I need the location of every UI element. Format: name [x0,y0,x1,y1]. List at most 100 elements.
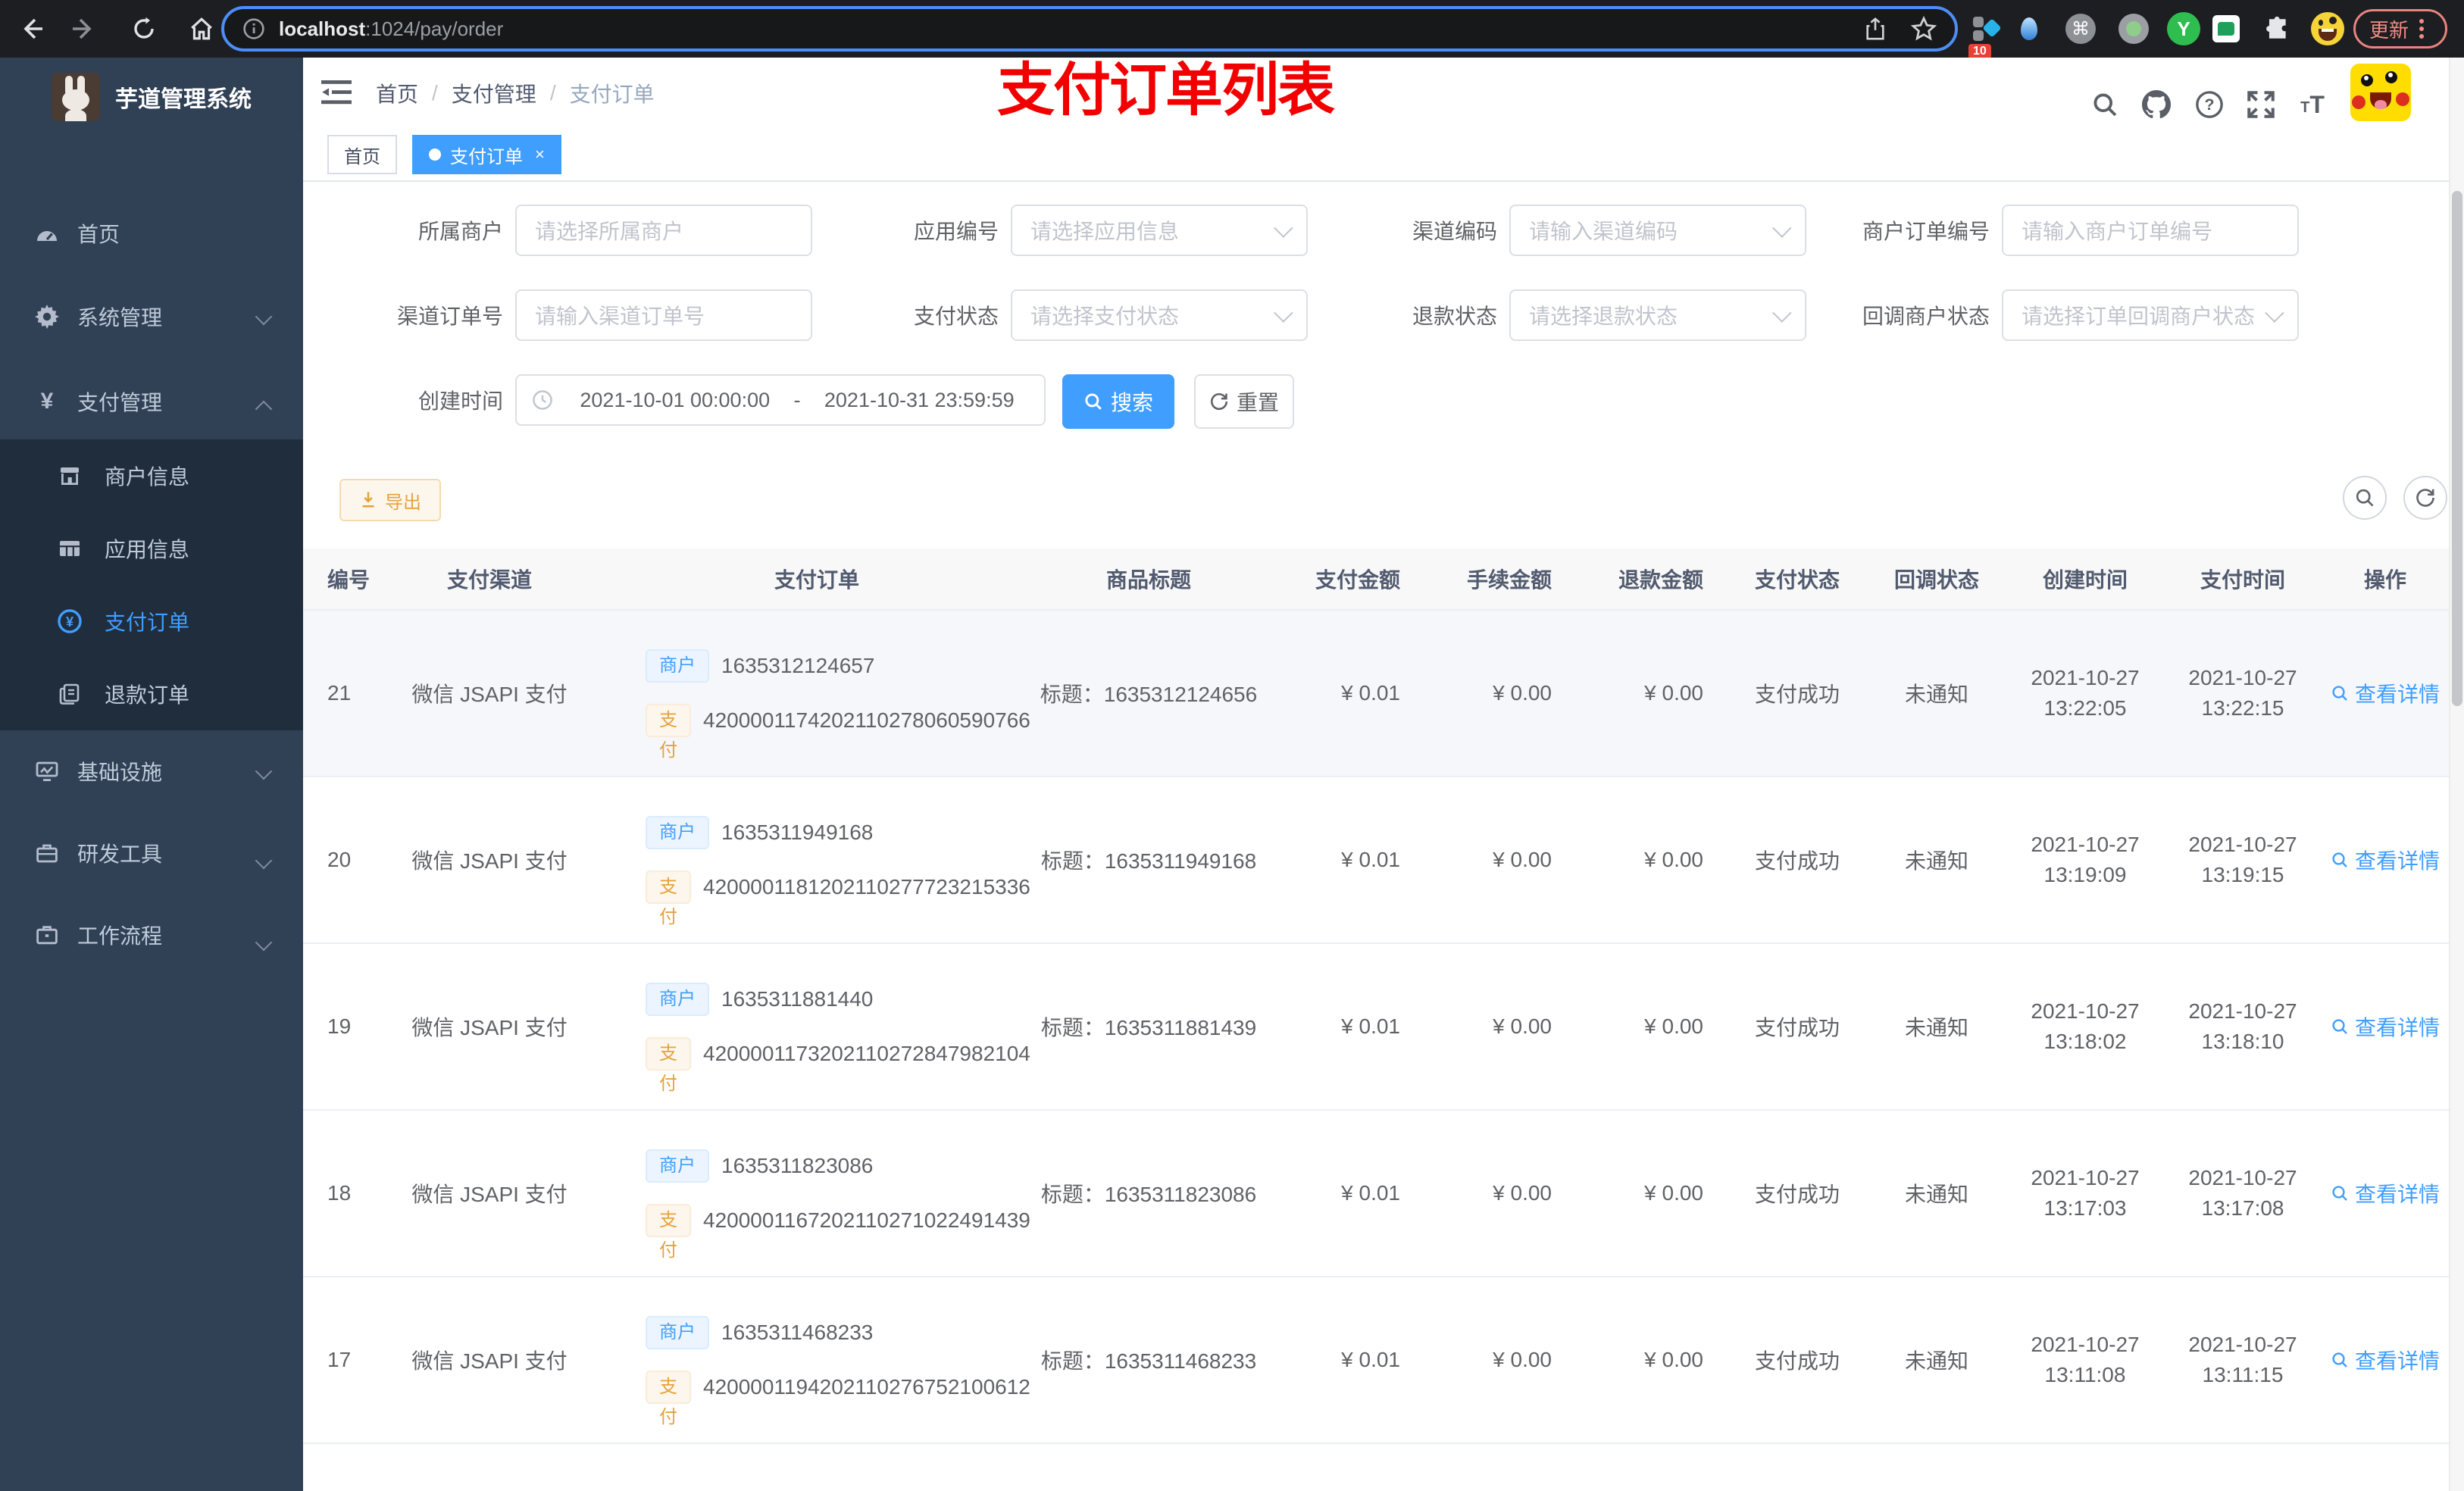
date-start[interactable]: 2021-10-01 00:00:00 [565,389,785,412]
app-select[interactable]: 请选择应用信息 [1011,205,1308,256]
column-header-fee: 手续金额 [1466,568,1552,592]
cell-title: 标题：1635311881439 [1040,1016,1257,1039]
merchant-order-no-input[interactable]: 请输入商户订单编号 [2002,205,2299,256]
cell-refund: ¥ 0.00 [1644,1014,1703,1038]
sidebar-item-home[interactable]: 首页 [0,195,303,271]
toggle-search-button[interactable] [2343,476,2387,520]
merchant-tag: 商户 [646,1316,709,1349]
bookmark-star-icon[interactable] [1911,16,1937,42]
date-end[interactable]: 2021-10-31 23:59:59 [810,389,1030,412]
sidebar-item-refund-order[interactable]: 退款订单 [0,658,303,730]
sidebar-item-infra[interactable]: 基础设施 [0,730,303,812]
extension-diamond-icon[interactable]: 10 [1968,0,2003,59]
sidebar-item-system[interactable]: 系统管理 [0,279,303,355]
column-header-paid: 支付时间 [2200,568,2285,592]
extensions-puzzle-icon[interactable] [2262,0,2293,58]
home-icon[interactable] [182,9,221,48]
browser-menu-icon[interactable] [2419,19,2425,39]
site-info-icon[interactable] [242,17,265,40]
extension-balloon-icon[interactable] [2015,0,2043,58]
filter-label-channel-code: 渠道编码 [1412,220,1497,243]
extension-record-icon[interactable] [2117,0,2150,58]
sidebar-submenu: 商户信息 应用信息 ¥ 支付订单 退款订单 [0,439,303,730]
breadcrumb-home[interactable]: 首页 [376,78,418,108]
reload-icon[interactable] [124,9,164,48]
merchant-tag: 商户 [646,649,709,683]
breadcrumb-pay[interactable]: 支付管理 [452,78,536,108]
table-row: 17 微信 JSAPI 支付 商户 1635311468233 支付 4200001… [303,1277,2449,1444]
merchant-tag: 商户 [646,983,709,1016]
scrollbar-thumb[interactable] [2452,191,2462,706]
reset-button[interactable]: 重置 [1194,374,1294,429]
tab-pay-order[interactable]: 支付订单 × [412,135,561,174]
cell-order: 商户 1635311468233 支付 4200001194202110276752… [591,1277,1030,1443]
cell-id: 18 [327,1181,352,1205]
view-detail-link[interactable]: 查看详情 [2331,1011,2440,1042]
sidebar-item-pay[interactable]: ¥ 支付管理 [0,364,303,439]
extension-y-icon[interactable]: Y [2165,0,2202,58]
share-icon[interactable] [1864,17,1887,41]
sidebar-toggle-icon[interactable] [321,79,352,106]
column-header-channel: 支付渠道 [446,568,532,592]
search-button[interactable]: 搜索 [1062,374,1174,429]
browser-update-button[interactable]: 更新 [2353,9,2447,48]
tab-home[interactable]: 首页 [327,135,397,174]
url-bar[interactable]: localhost:1024/pay/order [221,6,1958,52]
cell-channel: 微信 JSAPI 支付 [411,683,568,706]
page-scrollbar[interactable] [2449,58,2464,1491]
cell-notify-status: 未通知 [1904,1183,1968,1206]
cell-order: 商户 1635311823086 支付 4200001167202110271022… [591,1111,1030,1276]
pay-tag: 支付 [646,871,691,927]
fullscreen-icon[interactable] [2246,89,2276,120]
sidebar-item-app-info[interactable]: 应用信息 [0,512,303,585]
notify-status-select[interactable]: 请选择订单回调商户状态 [2002,289,2299,341]
refresh-button[interactable] [2403,476,2447,520]
close-tab-icon[interactable]: × [535,145,545,164]
view-detail-link[interactable]: 查看详情 [2331,678,2440,708]
font-size-icon[interactable]: TT [2297,89,2328,120]
pay-status-select[interactable]: 请选择支付状态 [1011,289,1308,341]
merchant-tag: 商户 [646,816,709,849]
column-header-notify-status: 回调状态 [1893,568,1979,592]
cell-notify-status: 未通知 [1904,683,1968,706]
filter-label-pay-status: 支付状态 [913,305,999,328]
table-row: 商户1635311157126 [303,1444,2449,1491]
search-icon[interactable] [2090,89,2120,120]
github-icon[interactable] [2141,89,2172,120]
filter-label-refund-status: 退款状态 [1412,305,1497,328]
sidebar-item-workflow[interactable]: 工作流程 [0,894,303,976]
sidebar-item-merchant-info[interactable]: 商户信息 [0,439,303,512]
forward-icon[interactable] [64,9,103,48]
monitor-icon [33,758,61,785]
view-detail-link[interactable]: 查看详情 [2331,1178,2440,1208]
refund-doc-icon [56,680,83,708]
cell-amount: ¥ 0.01 [1341,1014,1400,1038]
extension-command-icon[interactable]: ⌘ [2064,0,2097,58]
sidebar-item-pay-order[interactable]: ¥ 支付订单 [0,585,303,658]
cell-pay-status: 支付成功 [1754,683,1840,706]
cell-paid: 2021-10-27 13:18:10 [2188,999,2297,1053]
chevron-down-icon [255,762,273,780]
extension-badge: 10 [1968,44,1991,59]
channel-order-no-input[interactable]: 请输入渠道订单号 [515,289,812,341]
user-avatar[interactable] [2350,64,2411,121]
pay-tag: 支付 [646,1371,691,1427]
create-time-range-input[interactable]: 2021-10-01 00:00:00 - 2021-10-31 23:59:5… [515,374,1046,426]
filter-label-channel-order-no: 渠道订单号 [396,305,503,328]
cell-id: 21 [327,681,352,705]
cell-id: 20 [327,848,352,871]
help-icon[interactable]: ? [2194,89,2225,120]
back-icon[interactable] [12,9,52,48]
extension-chat-icon[interactable] [2211,0,2241,58]
view-detail-link[interactable]: 查看详情 [2331,1345,2440,1375]
cell-order: 商户 1635312124657 支付 4200001174202110278060… [591,611,1030,776]
sidebar-item-devtools[interactable]: 研发工具 [0,812,303,894]
view-detail-link[interactable]: 查看详情 [2331,845,2440,875]
export-button[interactable]: 导出 [339,479,441,521]
cell-refund: ¥ 0.00 [1644,1181,1703,1205]
merchant-select[interactable]: 请选择所属商户 [515,205,812,256]
cell-pay-status: 支付成功 [1754,849,1840,873]
column-header-pay-status: 支付状态 [1754,568,1840,592]
profile-emoji-icon[interactable] [2309,0,2346,58]
grid-icon [56,535,83,562]
